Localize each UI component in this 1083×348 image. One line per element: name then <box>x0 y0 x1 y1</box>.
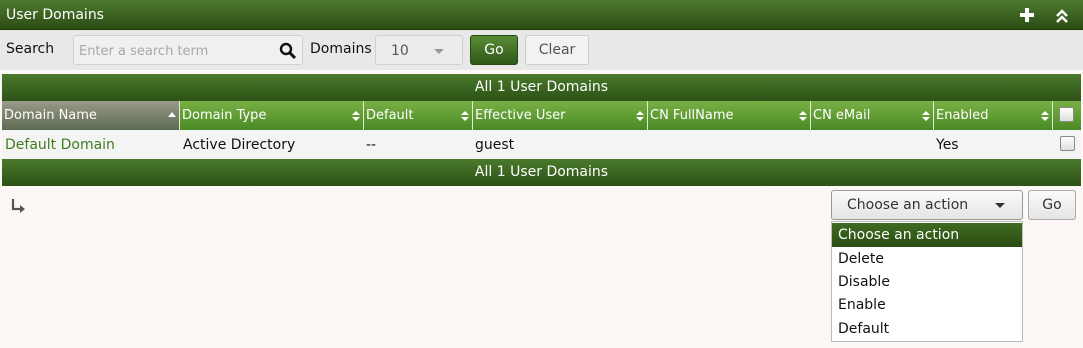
sort-icon <box>636 111 644 121</box>
column-header-cn-fullname[interactable]: CN FullName <box>648 101 811 130</box>
double-chevron-up-icon[interactable] <box>1055 8 1069 24</box>
sort-icon <box>1041 111 1049 121</box>
column-label: CN FullName <box>650 108 734 123</box>
column-header-domain-type[interactable]: Domain Type <box>180 101 364 130</box>
search-go-button[interactable]: Go <box>470 35 518 65</box>
column-label: Default <box>366 108 414 123</box>
table-row: Default Domain Active Directory -- guest… <box>2 130 1081 159</box>
column-header-default[interactable]: Default <box>364 101 473 130</box>
table-header: Domain Name Domain Type Default Effectiv… <box>2 101 1081 130</box>
search-label: Search <box>6 41 55 57</box>
column-label: Effective User <box>475 108 566 123</box>
domain-name-link[interactable]: Default Domain <box>5 137 115 153</box>
enabled-cell: Yes <box>936 137 959 153</box>
search-icon[interactable] <box>279 42 297 60</box>
action-option[interactable]: Choose an action <box>832 223 1022 247</box>
column-header-domain-name[interactable]: Domain Name <box>2 101 180 130</box>
default-cell: -- <box>366 137 377 153</box>
action-select[interactable]: Choose an action <box>831 190 1023 220</box>
action-select-value: Choose an action <box>847 197 969 213</box>
sort-icon <box>352 111 360 121</box>
table-summary-top: All 1 User Domains <box>2 74 1081 101</box>
sort-icon <box>799 111 807 121</box>
action-dropdown-menu: Choose an action Delete Disable Enable D… <box>831 221 1023 342</box>
column-header-enabled[interactable]: Enabled <box>934 101 1053 130</box>
action-option[interactable]: Enable <box>832 293 1022 317</box>
column-label: Enabled <box>936 108 989 123</box>
domain-type-cell: Active Directory <box>183 137 296 153</box>
column-label: Domain Name <box>4 108 97 123</box>
search-field[interactable] <box>73 35 303 65</box>
action-option[interactable]: Disable <box>832 270 1022 294</box>
column-header-select <box>1053 101 1081 130</box>
row-checkbox[interactable] <box>1060 136 1075 151</box>
action-option[interactable]: Delete <box>832 247 1022 271</box>
plus-icon[interactable] <box>1019 7 1035 23</box>
effective-user-cell: guest <box>475 137 515 153</box>
search-toolbar: Search Domains 10 Go Clear <box>0 30 1083 70</box>
search-input[interactable] <box>79 41 274 61</box>
chevron-down-icon <box>995 203 1005 208</box>
page-size-select[interactable]: 10 <box>375 35 463 65</box>
column-header-cn-email[interactable]: CN eMail <box>811 101 934 130</box>
sort-icon <box>461 111 469 121</box>
page-size-value: 10 <box>391 43 409 59</box>
action-go-button[interactable]: Go <box>1028 190 1076 220</box>
sort-icon <box>922 111 930 121</box>
column-label: CN eMail <box>813 108 871 123</box>
column-header-effective-user[interactable]: Effective User <box>473 101 648 130</box>
panel-title: User Domains <box>6 7 104 23</box>
clear-button[interactable]: Clear <box>525 35 589 65</box>
page-size-label: Domains <box>310 41 372 57</box>
panel-header: User Domains <box>0 0 1083 30</box>
corner-arrow-icon <box>11 199 25 213</box>
sort-asc-icon <box>168 112 176 117</box>
select-all-checkbox[interactable] <box>1059 107 1074 122</box>
action-option[interactable]: Default <box>832 317 1022 341</box>
chevron-down-icon <box>434 49 444 54</box>
table-summary-bottom: All 1 User Domains <box>2 159 1081 186</box>
column-label: Domain Type <box>182 108 267 123</box>
